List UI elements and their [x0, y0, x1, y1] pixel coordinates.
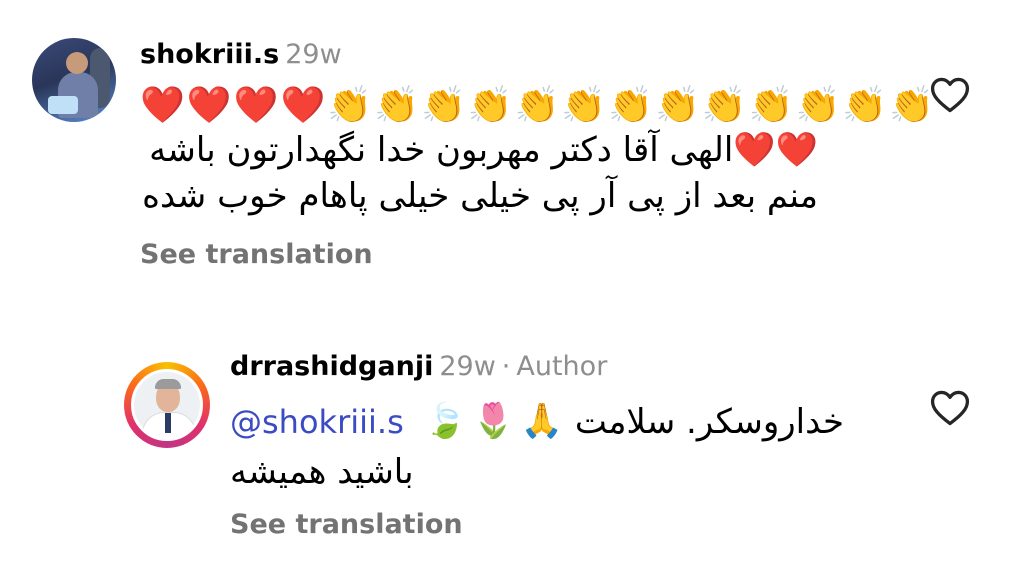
- comment-header: shokriii.s 29w: [140, 38, 342, 72]
- username[interactable]: shokriii.s: [140, 39, 279, 70]
- mention-link[interactable]: @shokriii.s: [230, 400, 404, 444]
- comment-item: drrashidganji 29w · Author @shokriii.s 🍃🌷🙏 …: [0, 340, 1024, 572]
- separator: ·: [501, 351, 511, 382]
- avatar[interactable]: [131, 369, 203, 441]
- timestamp: 29w: [285, 39, 342, 70]
- comment-text-line: باشید همیشه: [230, 452, 414, 492]
- comment-item: shokriii.s 29w ❤️❤️❤️❤️👏👏👏👏👏👏👏👏👏👏👏👏👏 ❤️❤️…: [0, 0, 1024, 300]
- author-badge: Author: [516, 351, 608, 382]
- comment-header: drrashidganji 29w · Author: [230, 350, 607, 384]
- comment-emoji-line: ❤️❤️❤️❤️👏👏👏👏👏👏👏👏👏👏👏👏👏: [140, 85, 937, 126]
- comment-text-line: منم بعد از پی آر پی خیلی خیلی پاهام خوب …: [142, 176, 818, 216]
- avatar[interactable]: [32, 38, 116, 122]
- timestamp: 29w: [439, 351, 496, 382]
- username[interactable]: drrashidganji: [230, 351, 433, 382]
- comment-text-line: ❤️❤️الهی آقا دکتر مهربون خدا نگهدارتون ب…: [149, 130, 818, 170]
- see-translation-button[interactable]: See translation: [230, 508, 463, 542]
- see-translation-button[interactable]: See translation: [140, 238, 373, 272]
- heart-outline-icon[interactable]: [928, 73, 972, 117]
- comment-text-line: خداروسکر. سلامت: [574, 402, 844, 442]
- heart-outline-icon[interactable]: [928, 386, 972, 430]
- comment-emoji: 🍃🌷🙏: [424, 401, 570, 441]
